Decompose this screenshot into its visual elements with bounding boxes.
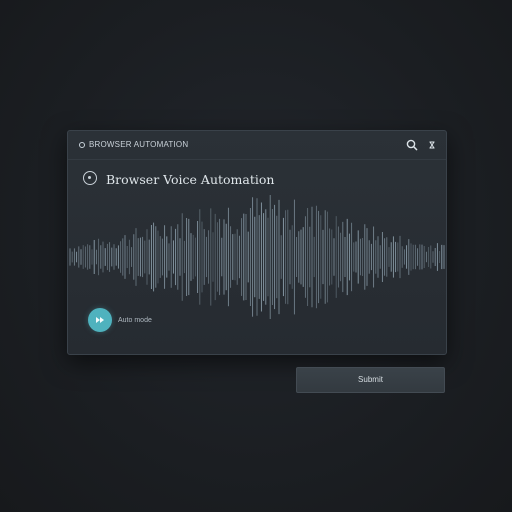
app-dot-icon: [79, 142, 85, 148]
close-icon[interactable]: [425, 138, 439, 152]
play-icon: [96, 317, 104, 323]
titlebar: BROWSER AUTOMATION: [68, 131, 446, 160]
submit-button[interactable]: Submit: [296, 367, 445, 393]
search-icon[interactable]: [405, 138, 419, 152]
voice-automation-window: BROWSER AUTOMATION Browser Voice Automat…: [67, 130, 447, 355]
play-label: Auto mode: [118, 317, 152, 324]
play-button[interactable]: [88, 308, 112, 332]
app-title: BROWSER AUTOMATION: [89, 140, 189, 149]
audio-waveform: [69, 195, 445, 319]
